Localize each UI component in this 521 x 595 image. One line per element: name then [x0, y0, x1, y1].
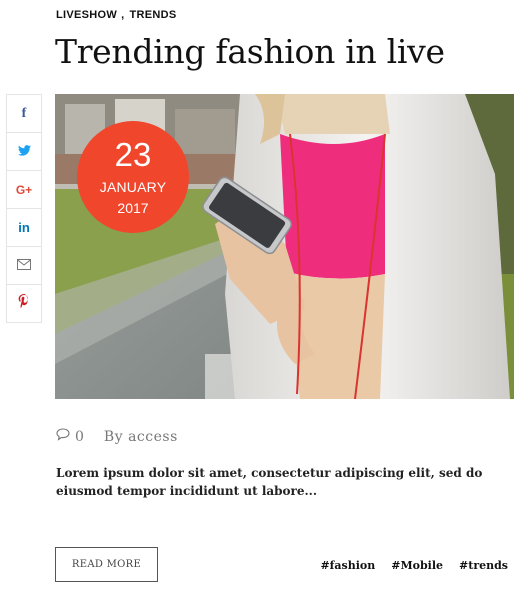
linkedin-icon: in — [18, 220, 30, 235]
comments-link[interactable]: 0 — [56, 428, 84, 445]
post-date-badge: 23 JANUARY 2017 — [77, 121, 189, 233]
share-email-button[interactable] — [7, 247, 41, 285]
date-year: 2017 — [117, 200, 149, 216]
tag-fashion[interactable]: #fashion — [320, 559, 375, 572]
share-linkedin-button[interactable]: in — [7, 209, 41, 247]
twitter-icon — [17, 143, 31, 161]
post-title[interactable]: Trending fashion in live — [55, 30, 445, 74]
post-categories: LIVESHOW, TRENDS — [56, 9, 176, 21]
read-more-button[interactable]: READ MORE — [55, 547, 158, 582]
share-google-plus-button[interactable]: G+ — [7, 171, 41, 209]
post-excerpt: Lorem ipsum dolor sit amet, consectetur … — [56, 466, 483, 498]
share-twitter-button[interactable] — [7, 133, 41, 171]
tag-mobile[interactable]: #Mobile — [391, 559, 443, 572]
post-author[interactable]: By access — [104, 429, 178, 445]
google-plus-icon: G+ — [15, 182, 33, 197]
category-separator: , — [121, 9, 125, 21]
date-month: JANUARY — [99, 179, 167, 195]
tag-trends[interactable]: #trends — [459, 559, 508, 572]
pinterest-icon — [18, 294, 30, 313]
post-meta: 0 By access — [56, 428, 178, 445]
share-pinterest-button[interactable] — [7, 285, 41, 323]
facebook-icon: f — [21, 105, 27, 121]
mail-icon — [17, 257, 31, 275]
date-day: 23 — [114, 136, 152, 173]
share-facebook-button[interactable]: f — [7, 95, 41, 133]
comment-icon — [56, 428, 70, 445]
category-link-liveshow[interactable]: LIVESHOW — [56, 9, 117, 21]
share-bar: f G+ in — [6, 94, 42, 323]
post-tags: #fashion #Mobile #trends — [304, 559, 508, 572]
comments-count: 0 — [75, 428, 84, 445]
category-link-trends[interactable]: TRENDS — [129, 9, 176, 21]
